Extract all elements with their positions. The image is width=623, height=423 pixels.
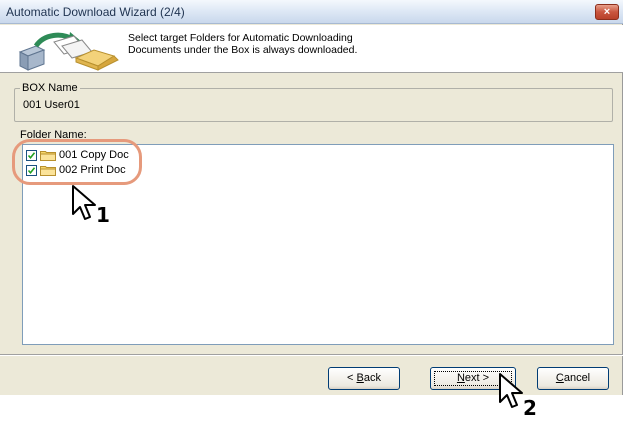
box-name-value: 001 User01 <box>23 99 80 111</box>
close-icon: × <box>603 6 611 18</box>
back-button-rest: ack <box>363 372 381 384</box>
back-button-prefix: < <box>347 372 357 384</box>
wizard-header: Select target Folders for Automatic Down… <box>0 25 623 73</box>
checkbox-highlight-ring <box>12 139 142 185</box>
cancel-button-rest: ancel <box>563 372 591 384</box>
window-title: Automatic Download Wizard (2/4) <box>6 5 185 19</box>
download-wizard-icon <box>18 32 119 71</box>
box-name-label: BOX Name <box>20 82 80 94</box>
header-description: Select target Folders for Automatic Down… <box>128 32 357 56</box>
cancel-button[interactable]: Cancel <box>537 367 609 390</box>
back-button-mnemonic: B <box>356 372 364 384</box>
header-line-1: Select target Folders for Automatic Down… <box>128 32 353 44</box>
box-name-group <box>14 88 613 122</box>
back-button[interactable]: < Back <box>328 367 400 390</box>
step-2-label: 2 <box>523 396 537 420</box>
close-button[interactable]: × <box>595 4 619 20</box>
button-separator <box>0 354 623 356</box>
cancel-button-mnemonic: C <box>555 372 564 384</box>
title-bar: Automatic Download Wizard (2/4) × <box>0 0 623 24</box>
header-line-2: Documents under the Box is always downlo… <box>128 44 358 56</box>
step-1-label: 1 <box>96 203 110 227</box>
